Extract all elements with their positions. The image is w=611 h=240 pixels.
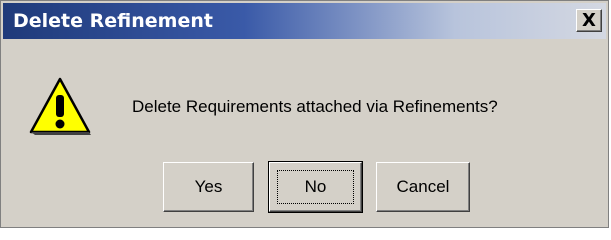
warning-icon	[29, 77, 91, 135]
cancel-button[interactable]: Cancel	[376, 162, 470, 212]
yes-button-label: Yes	[194, 177, 223, 196]
no-button[interactable]: No	[268, 161, 363, 213]
close-icon: X	[582, 10, 596, 31]
yes-button[interactable]: Yes	[163, 162, 254, 212]
dialog-message: Delete Requirements attached via Refinem…	[132, 97, 498, 116]
dialog-title: Delete Refinement	[13, 10, 213, 32]
close-button[interactable]: X	[576, 9, 602, 32]
focus-ring	[277, 170, 354, 204]
cancel-button-label: Cancel	[396, 177, 450, 196]
title-bar[interactable]: Delete Refinement X	[3, 3, 606, 39]
delete-refinement-dialog: Delete Refinement X Delete Requirements …	[0, 0, 609, 228]
